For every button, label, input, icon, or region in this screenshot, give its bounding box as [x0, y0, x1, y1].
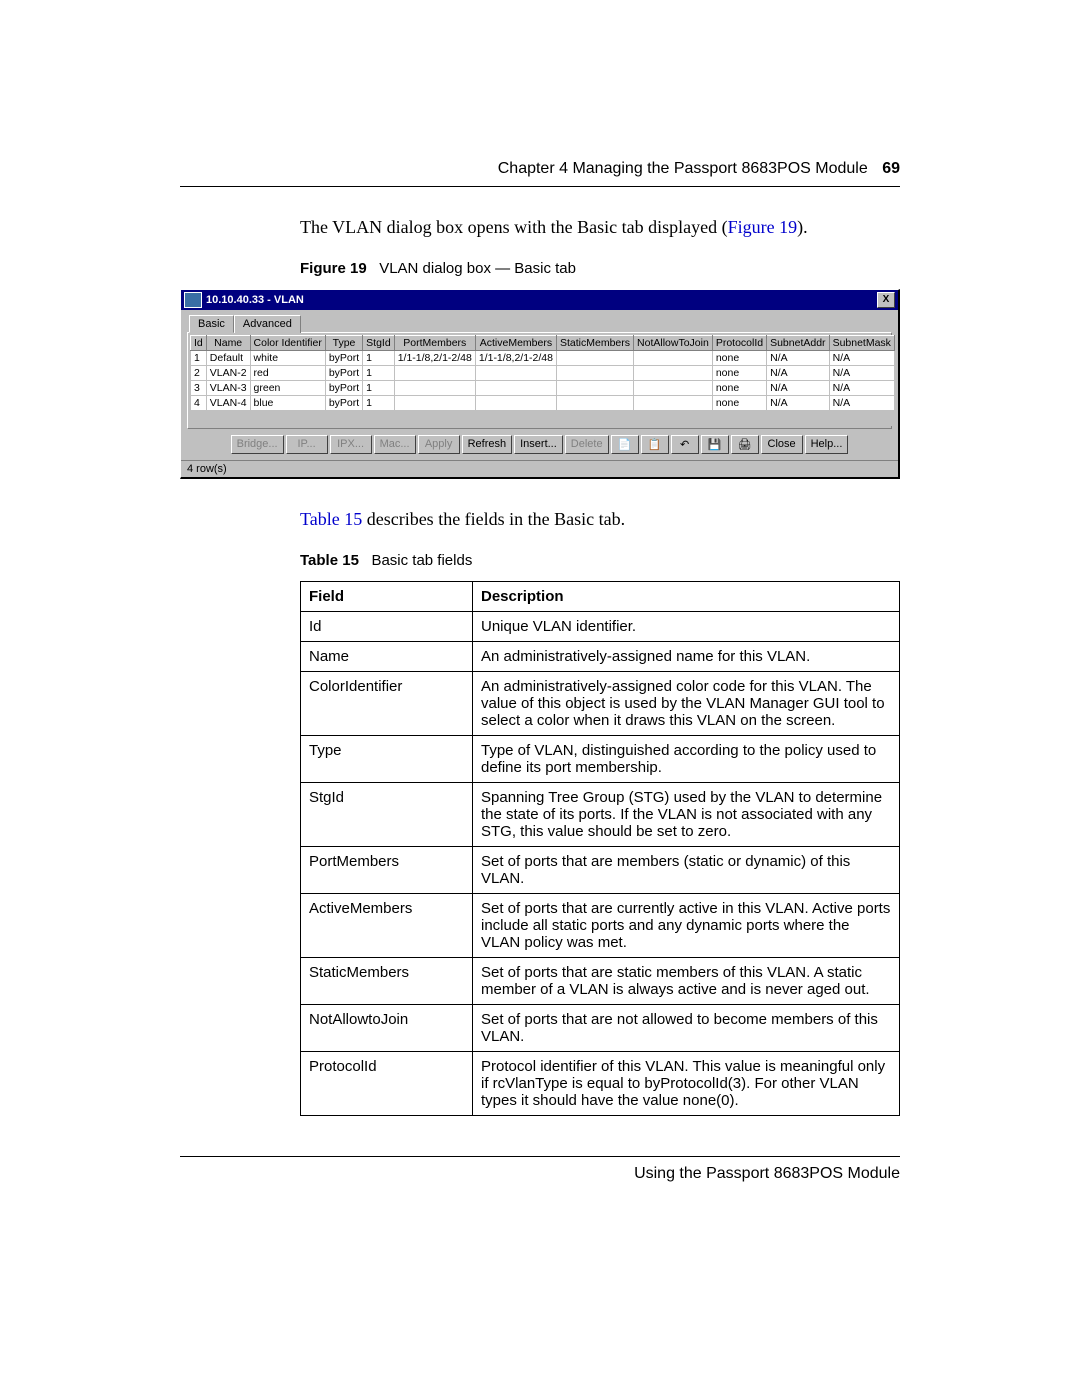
column-header[interactable]: Type — [325, 336, 362, 351]
insert-button[interactable]: Insert... — [514, 435, 563, 454]
table-row[interactable]: 4VLAN-4bluebyPort1noneN/AN/A — [191, 396, 895, 411]
field-name: StgId — [301, 783, 473, 847]
grid-panel: IdNameColor IdentifierTypeStgIdPortMembe… — [187, 332, 892, 429]
apply-button[interactable]: Apply — [418, 435, 460, 454]
fields-row: StaticMembersSet of ports that are stati… — [301, 958, 900, 1005]
window-title: 10.10.40.33 - VLAN — [206, 294, 877, 306]
table-row[interactable]: 2VLAN-2redbyPort1noneN/AN/A — [191, 366, 895, 381]
field-name: ProtocolId — [301, 1052, 473, 1116]
tab-advanced[interactable]: Advanced — [234, 315, 301, 333]
fields-header-field: Field — [301, 582, 473, 612]
column-header[interactable]: SubnetAddr — [767, 336, 829, 351]
field-name: Name — [301, 642, 473, 672]
copy-icon[interactable]: 📄 — [611, 435, 639, 454]
field-name: Id — [301, 612, 473, 642]
table-row[interactable]: 3VLAN-3greenbyPort1noneN/AN/A — [191, 381, 895, 396]
field-description: Set of ports that are members (static or… — [473, 847, 900, 894]
field-name: ActiveMembers — [301, 894, 473, 958]
column-header[interactable]: NotAllowToJoin — [634, 336, 713, 351]
column-header[interactable]: Color Identifier — [250, 336, 325, 351]
field-description: An administratively-assigned color code … — [473, 672, 900, 736]
vlan-dialog: 10.10.40.33 - VLAN X Basic Advanced IdNa… — [180, 289, 900, 479]
fields-header-desc: Description — [473, 582, 900, 612]
field-name: StaticMembers — [301, 958, 473, 1005]
column-header[interactable]: SubnetMask — [829, 336, 894, 351]
intro-paragraph: The VLAN dialog box opens with the Basic… — [180, 217, 900, 238]
figure-caption: Figure 19 VLAN dialog box — Basic tab — [180, 260, 900, 277]
close-icon[interactable]: X — [877, 292, 895, 308]
fields-row: NotAllowtoJoinSet of ports that are not … — [301, 1005, 900, 1052]
column-header[interactable]: StaticMembers — [556, 336, 633, 351]
help-button[interactable]: Help... — [805, 435, 849, 454]
fields-table: Field Description IdUnique VLAN identifi… — [300, 581, 900, 1116]
fields-row: TypeType of VLAN, distinguished accordin… — [301, 736, 900, 783]
button-row: Bridge...IP...IPX...Mac...ApplyRefreshIn… — [181, 429, 898, 460]
column-header[interactable]: StgId — [363, 336, 395, 351]
column-header[interactable]: ActiveMembers — [475, 336, 556, 351]
table-caption: Table 15 Basic tab fields — [180, 552, 900, 569]
figure-link[interactable]: Figure 19 — [728, 217, 798, 237]
field-name: PortMembers — [301, 847, 473, 894]
field-name: NotAllowtoJoin — [301, 1005, 473, 1052]
delete-button[interactable]: Delete — [565, 435, 609, 454]
status-bar: 4 row(s) — [181, 460, 898, 477]
ipx-button[interactable]: IPX... — [330, 435, 372, 454]
page-footer: Using the Passport 8683POS Module — [180, 1156, 900, 1183]
fields-row: NameAn administratively-assigned name fo… — [301, 642, 900, 672]
field-description: An administratively-assigned name for th… — [473, 642, 900, 672]
field-name: Type — [301, 736, 473, 783]
chapter-title: Chapter 4 Managing the Passport 8683POS … — [498, 160, 868, 177]
fields-row: ActiveMembersSet of ports that are curre… — [301, 894, 900, 958]
paste-icon[interactable]: 📋 — [641, 435, 669, 454]
field-description: Set of ports that are not allowed to bec… — [473, 1005, 900, 1052]
field-description: Unique VLAN identifier. — [473, 612, 900, 642]
column-header[interactable]: ProtocolId — [712, 336, 766, 351]
undo-icon[interactable]: ↶ — [671, 435, 699, 454]
print-icon[interactable]: 🖨 — [731, 435, 759, 454]
field-description: Spanning Tree Group (STG) used by the VL… — [473, 783, 900, 847]
field-description: Set of ports that are static members of … — [473, 958, 900, 1005]
close-button[interactable]: Close — [761, 435, 803, 454]
ip-button[interactable]: IP... — [286, 435, 328, 454]
page-header: Chapter 4 Managing the Passport 8683POS … — [180, 160, 900, 187]
mid-paragraph: Table 15 describes the fields in the Bas… — [180, 509, 900, 530]
table-row[interactable]: 1DefaultwhitebyPort11/1-1/8,2/1-2/481/1-… — [191, 351, 895, 366]
fields-row: IdUnique VLAN identifier. — [301, 612, 900, 642]
fields-row: StgIdSpanning Tree Group (STG) used by t… — [301, 783, 900, 847]
mac-button[interactable]: Mac... — [374, 435, 416, 454]
tab-basic[interactable]: Basic — [189, 315, 234, 333]
field-name: ColorIdentifier — [301, 672, 473, 736]
fields-row: ProtocolIdProtocol identifier of this VL… — [301, 1052, 900, 1116]
tab-bar: Basic Advanced — [181, 310, 898, 332]
column-header[interactable]: Name — [206, 336, 250, 351]
column-header[interactable]: PortMembers — [394, 336, 475, 351]
vlan-table[interactable]: IdNameColor IdentifierTypeStgIdPortMembe… — [190, 335, 895, 426]
save-icon[interactable]: 💾 — [701, 435, 729, 454]
bridge-button[interactable]: Bridge... — [231, 435, 284, 454]
page-number: 69 — [882, 160, 900, 177]
title-bar[interactable]: 10.10.40.33 - VLAN X — [181, 290, 898, 310]
fields-row: PortMembersSet of ports that are members… — [301, 847, 900, 894]
refresh-button[interactable]: Refresh — [462, 435, 513, 454]
field-description: Protocol identifier of this VLAN. This v… — [473, 1052, 900, 1116]
window-icon — [184, 292, 202, 308]
fields-row: ColorIdentifierAn administratively-assig… — [301, 672, 900, 736]
table-link[interactable]: Table 15 — [300, 509, 362, 529]
column-header[interactable]: Id — [191, 336, 207, 351]
field-description: Type of VLAN, distinguished according to… — [473, 736, 900, 783]
field-description: Set of ports that are currently active i… — [473, 894, 900, 958]
